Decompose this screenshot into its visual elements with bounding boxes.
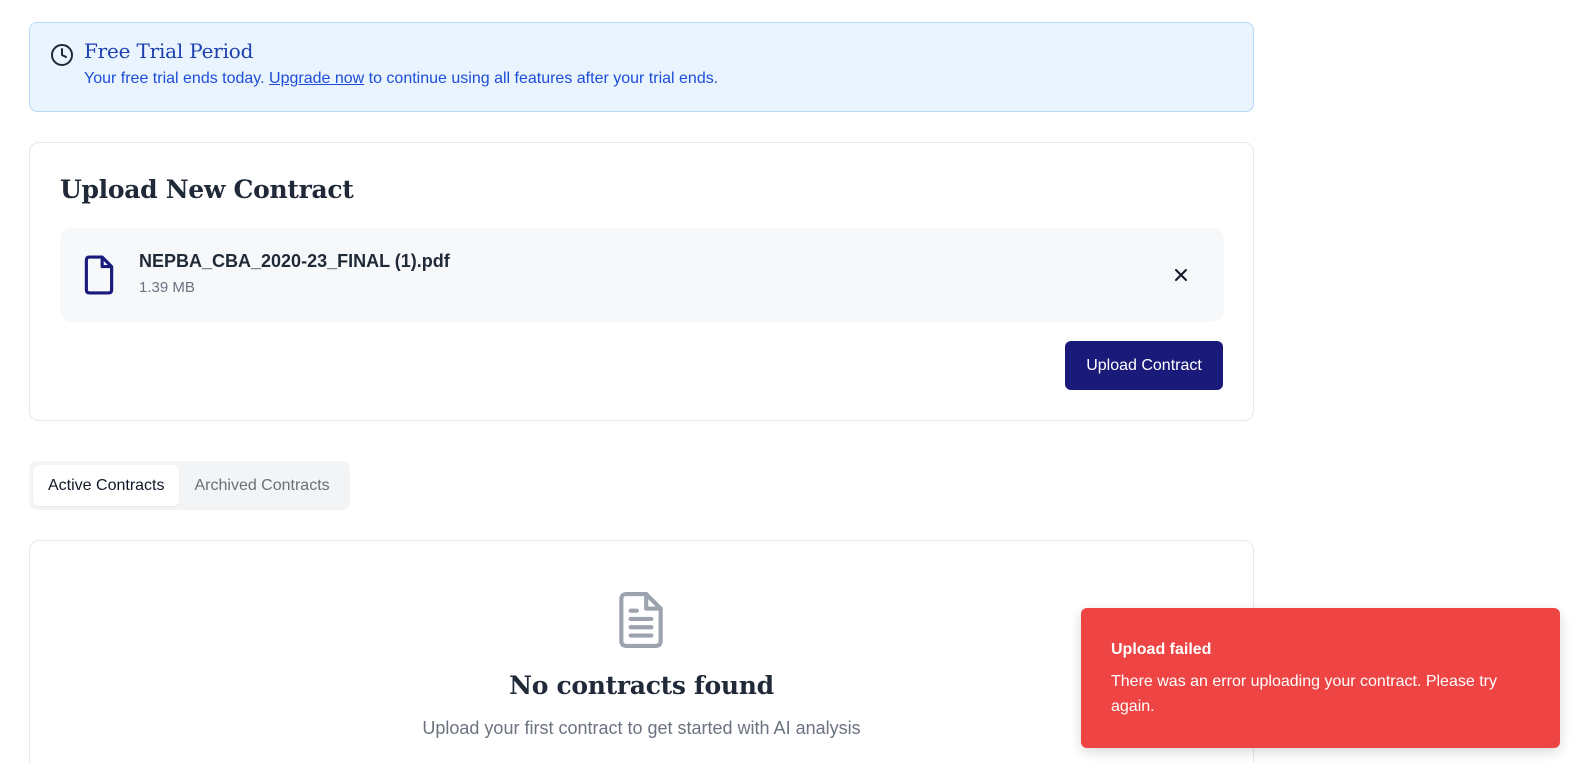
tab-active-contracts[interactable]: Active Contracts xyxy=(33,465,180,506)
trial-message: Your free trial ends today. Upgrade now … xyxy=(84,70,718,88)
empty-state-title: No contracts found xyxy=(509,671,774,700)
page: Free Trial Period Your free trial ends t… xyxy=(0,0,1587,763)
upgrade-link[interactable]: Upgrade now xyxy=(269,70,364,87)
toast-message: There was an error uploading your contra… xyxy=(1111,673,1497,715)
upload-contract-button[interactable]: Upload Contract xyxy=(1065,341,1223,390)
toast-title: Upload failed xyxy=(1111,641,1212,658)
upload-title: Upload New Contract xyxy=(60,175,354,204)
file-size: 1.39 MB xyxy=(139,279,195,296)
empty-state-subtitle: Upload your first contract to get starte… xyxy=(422,718,861,738)
trial-banner: Free Trial Period Your free trial ends t… xyxy=(29,22,1254,112)
contracts-list: No contracts found Upload your first con… xyxy=(29,540,1254,763)
trial-text-before: Your free trial ends today. xyxy=(84,70,265,87)
remove-file-button[interactable] xyxy=(1168,262,1194,288)
trial-text-after: to continue using all features after you… xyxy=(368,70,719,87)
error-toast[interactable]: Upload failed There was an error uploadi… xyxy=(1081,608,1560,748)
clock-icon xyxy=(51,44,73,66)
trial-title: Free Trial Period xyxy=(84,39,254,63)
document-text-icon xyxy=(619,592,663,648)
selected-file: NEPBA_CBA_2020-23_FINAL (1).pdf 1.39 MB xyxy=(60,228,1224,322)
file-name: NEPBA_CBA_2020-23_FINAL (1).pdf xyxy=(139,251,450,271)
tab-archived-contracts[interactable]: Archived Contracts xyxy=(179,465,344,506)
close-icon xyxy=(1175,269,1187,281)
contract-tabs: Active Contracts Archived Contracts xyxy=(29,461,350,510)
upload-card: Upload New Contract NEPBA_CBA_2020-23_FI… xyxy=(29,142,1254,421)
file-icon xyxy=(84,255,114,295)
